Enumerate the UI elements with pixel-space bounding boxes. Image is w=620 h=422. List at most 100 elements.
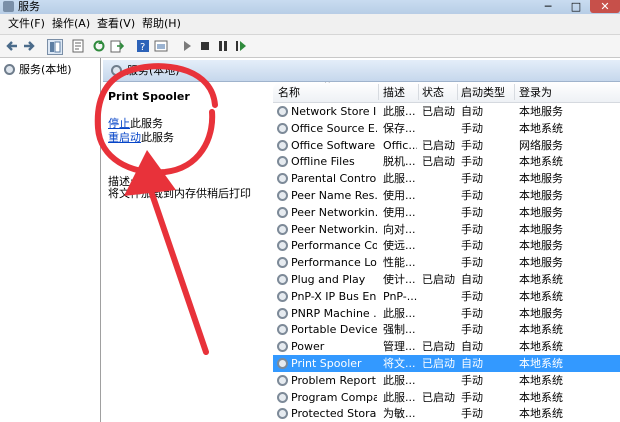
pane-header-title: 服务(本地)	[127, 64, 180, 77]
service-desc-cell: Offic...	[383, 138, 417, 152]
service-row[interactable]: Peer Name Res... 使用... 手动 本地服务	[273, 187, 620, 204]
maximize-button[interactable]: □	[562, 0, 590, 13]
stop-service-suffix: 此服务	[130, 117, 163, 130]
services-app-icon	[3, 1, 14, 12]
service-start-cell: 手动	[461, 407, 483, 421]
service-name-cell: Performance Co...	[291, 239, 377, 253]
menu-help[interactable]: 帮助(H)	[142, 17, 181, 31]
service-row[interactable]: Print Spooler 将文... 已启动 自动 本地系统	[273, 355, 620, 372]
console-tree: 服务(本地)	[0, 58, 101, 422]
service-gear-icon	[277, 240, 288, 252]
column-header-description[interactable]: 描述	[383, 86, 405, 99]
service-row[interactable]: Problem Report... 此服... 手动 本地系统	[273, 372, 620, 389]
menu-file[interactable]: 文件(F)	[8, 17, 45, 31]
service-start-cell: 手动	[461, 155, 483, 169]
service-start-cell: 手动	[461, 239, 483, 253]
restart-service-suffix: 此服务	[141, 131, 174, 144]
service-desc-cell: 此服...	[383, 373, 416, 387]
export-icon[interactable]	[110, 39, 124, 53]
show-tree-icon[interactable]	[47, 39, 63, 55]
service-desc-cell: PnP-...	[383, 289, 417, 303]
restart-service-link[interactable]: 重启动	[108, 131, 141, 144]
service-logon-cell: 本地服务	[519, 189, 563, 202]
service-desc-cell: 管理...	[383, 340, 416, 354]
services-list: 名称 ^ 描述 状态 启动类型 登录为 Network Store I... 此服…	[273, 82, 620, 422]
list-header: 名称 ^ 描述 状态 启动类型 登录为	[273, 82, 620, 103]
help-icon[interactable]: ?	[136, 39, 150, 53]
service-row[interactable]: Performance Co... 使远... 手动 本地服务	[273, 237, 620, 254]
service-row[interactable]: Offline Files 脱机... 已启动 手动 本地系统	[273, 153, 620, 170]
column-divider[interactable]	[378, 84, 379, 100]
service-logon-cell: 本地服务	[519, 256, 563, 270]
description-text: 将文件加载到内存供稍后打印	[108, 187, 251, 200]
svg-text:?: ?	[140, 42, 145, 53]
column-header-name[interactable]: 名称	[278, 86, 300, 99]
stop-icon[interactable]	[198, 39, 212, 53]
service-row[interactable]: Program Compa... 此服... 已启动手动 本地系统	[273, 389, 620, 406]
service-gear-icon	[277, 391, 288, 403]
close-button[interactable]: ✕	[590, 0, 620, 13]
pause-icon[interactable]	[216, 39, 230, 53]
column-header-logon-as[interactable]: 登录为	[519, 86, 552, 99]
forward-icon[interactable]	[22, 39, 36, 53]
tree-item-services-local[interactable]: 服务(本地)	[4, 63, 72, 77]
service-desc-cell: 此服...	[383, 306, 416, 320]
service-row[interactable]: Power 管理... 已启动 自动 本地系统	[273, 338, 620, 355]
service-logon-cell: 本地服务	[519, 205, 563, 219]
toolbar: ?	[0, 35, 620, 58]
play-icon[interactable]	[180, 39, 194, 53]
service-gear-icon	[277, 206, 288, 218]
restart-service-action: 重启动此服务	[108, 131, 174, 145]
service-gear-icon	[277, 122, 288, 134]
service-row[interactable]: Parental Controls 此服... 手动 本地服务	[273, 170, 620, 187]
service-row[interactable]: Plug and Play 使计... 已启动 自动 本地系统	[273, 271, 620, 288]
service-row[interactable]: Peer Networkin... 向对... 手动 本地服务	[273, 221, 620, 238]
service-row[interactable]: Peer Networkin... 使用... 手动 本地服务	[273, 204, 620, 221]
column-divider[interactable]	[418, 84, 419, 100]
column-header-status[interactable]: 状态	[422, 86, 444, 99]
service-logon-cell: 本地系统	[519, 357, 563, 370]
stop-service-link[interactable]: 停止	[108, 117, 130, 130]
service-row[interactable]: PNRP Machine ... 此服... 手动 本地服务	[273, 305, 620, 322]
service-row[interactable]: Office Software ... Offic... 已启动手动 网络服务	[273, 137, 620, 154]
menu-view[interactable]: 查看(V)	[97, 17, 135, 31]
restart-icon[interactable]	[234, 39, 248, 53]
refresh-icon[interactable]	[92, 39, 106, 53]
service-desc-cell: 此服...	[383, 105, 416, 118]
column-header-startup-type[interactable]: 启动类型	[461, 86, 505, 99]
service-name-cell: Peer Networkin...	[291, 222, 377, 236]
service-start-cell: 手动	[461, 121, 483, 135]
service-logon-cell: 本地系统	[519, 289, 563, 303]
service-row[interactable]: Performance Lo... 性能... 手动 本地服务	[273, 254, 620, 271]
service-desc-cell: 此服...	[383, 172, 416, 186]
menu-action[interactable]: 操作(A)	[52, 17, 90, 31]
minimize-button[interactable]: ─	[534, 0, 562, 13]
service-row[interactable]: Network Store I... 此服... 已启动自动 本地服务	[273, 103, 620, 120]
stop-service-action: 停止此服务	[108, 117, 163, 131]
service-name-cell: Office Software ...	[291, 138, 377, 152]
service-desc-cell: 脱机...	[383, 155, 416, 169]
service-row[interactable]: PnP-X IP Bus En... PnP-... 手动 本地系统	[273, 288, 620, 305]
service-status-cell: 已启动	[422, 138, 455, 152]
service-name-cell: Protected Storage	[291, 407, 377, 421]
column-divider[interactable]	[457, 84, 458, 100]
service-start-cell: 手动	[461, 138, 483, 152]
gear-icon	[4, 64, 15, 75]
service-start-cell: 手动	[461, 205, 483, 219]
service-row[interactable]: Protected Storage 为敏... 手动 本地系统	[273, 405, 620, 422]
column-divider[interactable]	[514, 84, 515, 100]
service-logon-cell: 本地服务	[519, 222, 563, 236]
service-row[interactable]: Office Source E... 保存... 手动 本地系统	[273, 120, 620, 137]
service-desc-cell: 使远...	[383, 239, 416, 253]
service-gear-icon	[277, 358, 288, 369]
service-row[interactable]: Portable Device ... 强制... 手动 本地系统	[273, 321, 620, 338]
service-name-cell: Program Compa...	[291, 390, 377, 404]
service-logon-cell: 本地系统	[519, 273, 563, 286]
view-icon[interactable]	[154, 39, 168, 53]
back-icon[interactable]	[5, 39, 19, 53]
tree-item-label: 服务(本地)	[19, 63, 72, 76]
properties-icon[interactable]	[71, 39, 85, 53]
sort-ascending-icon: ^	[324, 82, 331, 88]
service-start-cell: 自动	[461, 273, 483, 286]
extended-description-panel: Print Spooler 停止此服务 重启动此服务 描述: 将文件加载到内存供…	[103, 82, 273, 422]
